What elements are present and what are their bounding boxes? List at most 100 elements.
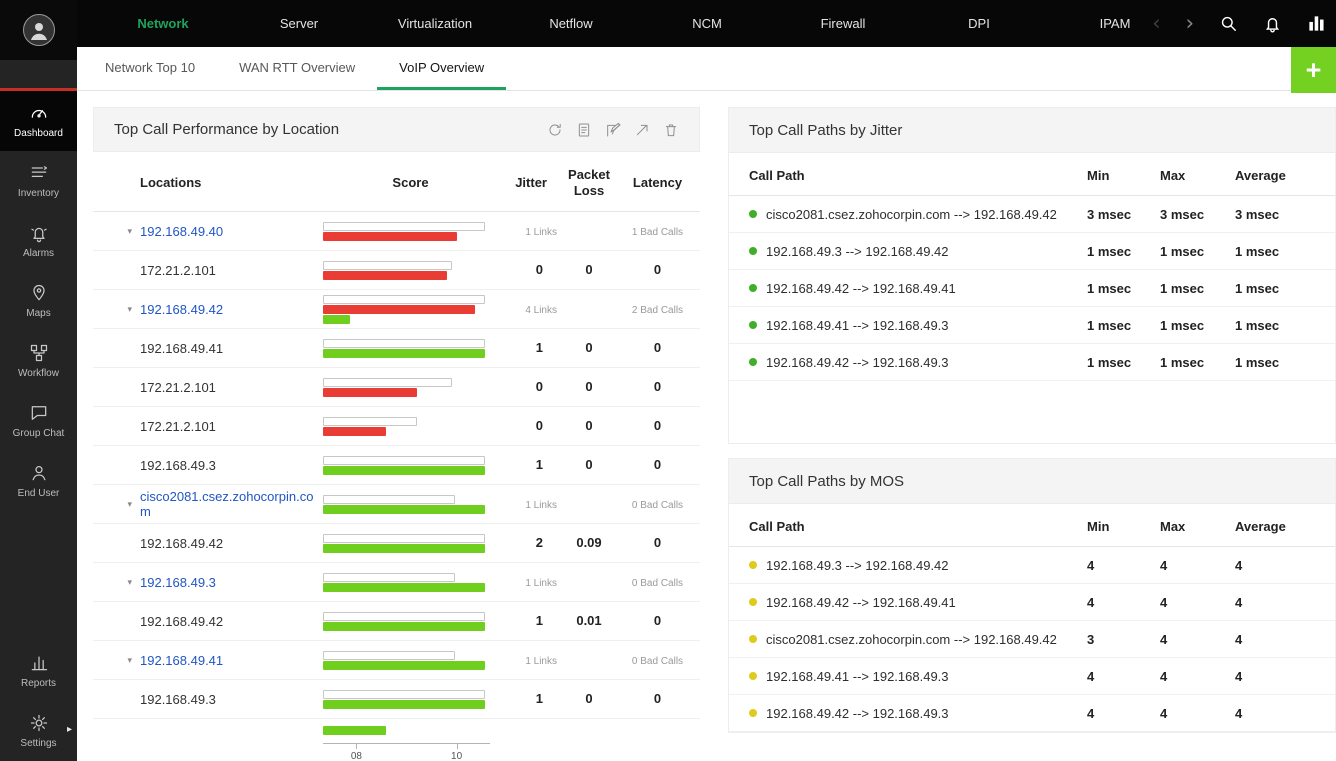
tab-voip-overview[interactable]: VoIP Overview xyxy=(377,47,507,90)
col-score[interactable]: Score xyxy=(323,175,498,190)
tab-wan-rtt-overview[interactable]: WAN RTT Overview xyxy=(217,47,377,90)
call-path-label: 192.168.49.3 --> 192.168.49.42 xyxy=(766,243,949,259)
nav-item-netflow[interactable]: Netflow xyxy=(503,16,639,31)
sidebar-item-reports[interactable]: Reports xyxy=(0,641,77,701)
sidebar-item-workflow[interactable]: Workflow xyxy=(0,331,77,391)
nav-scroll-right-icon[interactable]: › xyxy=(1186,13,1194,34)
sidebar-item-dashboard[interactable]: Dashboard xyxy=(0,91,77,151)
sidebar-item-settings[interactable]: Settings ▸ xyxy=(0,701,77,761)
jitter-value: 1 xyxy=(535,613,543,629)
bad-calls-count: 2 Bad Calls xyxy=(631,305,684,317)
col-max[interactable]: Max xyxy=(1160,168,1235,183)
score-bar-red xyxy=(323,231,457,241)
col-latency[interactable]: Latency xyxy=(625,175,690,190)
call-path[interactable]: 192.168.49.42 --> 192.168.49.41 xyxy=(749,281,1087,296)
col-locations[interactable]: Locations xyxy=(140,175,323,190)
score-bars xyxy=(323,338,498,359)
location-name[interactable]: 192.168.49.40 xyxy=(140,224,323,239)
status-dot-icon xyxy=(749,635,757,643)
nav-item-firewall[interactable]: Firewall xyxy=(775,16,911,31)
nav-item-network[interactable]: Network xyxy=(95,16,231,31)
call-path[interactable]: 192.168.49.41 --> 192.168.49.3 xyxy=(749,669,1087,684)
score-bars xyxy=(323,294,498,325)
call-path-row: cisco2081.csez.zohocorpin.com --> 192.16… xyxy=(729,621,1335,658)
col-average[interactable]: Average xyxy=(1235,519,1315,534)
links-count: 1 Links xyxy=(525,500,557,512)
notifications-bell-icon[interactable] xyxy=(1263,14,1282,33)
location-name[interactable]: 192.168.49.3 xyxy=(140,575,323,590)
sidebar-item-inventory[interactable]: Inventory xyxy=(0,151,77,211)
call-path[interactable]: 192.168.49.42 --> 192.168.49.41 xyxy=(749,595,1087,610)
call-path[interactable]: cisco2081.csez.zohocorpin.com --> 192.16… xyxy=(749,632,1087,647)
latency-value: 0 xyxy=(653,379,662,395)
nav-item-virtualization[interactable]: Virtualization xyxy=(367,16,503,31)
score-bar-outline xyxy=(323,533,485,543)
status-dot-icon xyxy=(749,672,757,680)
sidebar-item-label: Maps xyxy=(26,308,51,319)
call-path[interactable]: 192.168.49.42 --> 192.168.49.3 xyxy=(749,706,1087,721)
expand-toggle-icon[interactable]: ▾ xyxy=(93,499,140,510)
call-path[interactable]: 192.168.49.3 --> 192.168.49.42 xyxy=(749,244,1087,259)
col-call-path[interactable]: Call Path xyxy=(749,519,1087,534)
call-path-row: 192.168.49.3 --> 192.168.49.42 4 4 4 xyxy=(729,547,1335,584)
sidebar-item-alarms[interactable]: Alarms xyxy=(0,211,77,271)
location-name[interactable]: 192.168.49.41 xyxy=(140,653,323,668)
location-name[interactable]: 192.168.49.42 xyxy=(140,302,323,317)
tab-network-top-10[interactable]: Network Top 10 xyxy=(83,47,217,90)
col-min[interactable]: Min xyxy=(1087,519,1160,534)
search-icon[interactable] xyxy=(1219,14,1238,33)
max-value: 1 msec xyxy=(1160,317,1205,333)
call-path[interactable]: 192.168.49.42 --> 192.168.49.3 xyxy=(749,355,1087,370)
add-dashboard-button[interactable]: + xyxy=(1291,47,1336,93)
score-bar-red xyxy=(323,270,447,280)
location-row: 172.21.2.101 0 0 0 xyxy=(93,251,700,291)
delete-icon[interactable] xyxy=(663,122,679,138)
top-navbar: Network Server Virtualization Netflow NCM Fir… xyxy=(77,0,1336,47)
col-average[interactable]: Average xyxy=(1235,168,1315,183)
axis-tick xyxy=(456,744,458,750)
call-path[interactable]: 192.168.49.41 --> 192.168.49.3 xyxy=(749,318,1087,333)
links-count: 1 Links xyxy=(525,578,557,590)
call-path-label: 192.168.49.3 --> 192.168.49.42 xyxy=(766,557,949,573)
min-value: 1 msec xyxy=(1087,243,1132,259)
col-packet-loss[interactable]: Packet Loss xyxy=(553,167,625,198)
expand-toggle-icon[interactable]: ▾ xyxy=(93,577,140,588)
location-name[interactable]: cisco2081.csez.zohocorpin.com xyxy=(140,489,323,519)
score-bar-outline xyxy=(323,338,485,348)
share-icon[interactable] xyxy=(634,122,650,138)
apps-widgets-icon[interactable] xyxy=(1307,14,1326,33)
links-count: 4 Links xyxy=(525,305,557,317)
bad-calls-count: 0 Bad Calls xyxy=(631,656,684,668)
expand-toggle-icon[interactable]: ▾ xyxy=(93,226,140,237)
expand-toggle-icon[interactable]: ▾ xyxy=(93,304,140,315)
report-icon[interactable] xyxy=(576,122,592,138)
sidebar-nav: Dashboard Inventory Alarms Maps Workflow Grou… xyxy=(0,91,77,511)
nav-scroll-left-icon[interactable]: ‹ xyxy=(1152,13,1160,34)
call-path[interactable]: cisco2081.csez.zohocorpin.com --> 192.16… xyxy=(749,207,1087,222)
packet-loss-value: 0 xyxy=(585,340,593,356)
nav-item-server[interactable]: Server xyxy=(231,16,367,31)
nav-item-dpi[interactable]: DPI xyxy=(911,16,1047,31)
edit-icon[interactable] xyxy=(605,122,621,138)
sidebar-item-maps[interactable]: Maps xyxy=(0,271,77,331)
col-jitter[interactable]: Jitter xyxy=(498,175,553,190)
col-min[interactable]: Min xyxy=(1087,168,1160,183)
call-path-row: cisco2081.csez.zohocorpin.com --> 192.16… xyxy=(729,196,1335,233)
score-bar-green xyxy=(323,314,350,324)
latency-value: 0 xyxy=(653,613,662,629)
expand-arrow-icon[interactable]: ▸ xyxy=(67,724,72,735)
sidebar-item-end-user[interactable]: End User xyxy=(0,451,77,511)
user-avatar[interactable] xyxy=(0,0,77,60)
status-dot-icon xyxy=(749,561,757,569)
axis-tick-label: 08 xyxy=(350,751,362,761)
score-bar-green xyxy=(323,725,387,735)
call-path[interactable]: 192.168.49.3 --> 192.168.49.42 xyxy=(749,558,1087,573)
col-call-path[interactable]: Call Path xyxy=(749,168,1087,183)
min-value: 3 xyxy=(1087,631,1095,647)
col-max[interactable]: Max xyxy=(1160,519,1235,534)
refresh-icon[interactable] xyxy=(547,122,563,138)
nav-item-ncm[interactable]: NCM xyxy=(639,16,775,31)
expand-toggle-icon[interactable]: ▾ xyxy=(93,655,140,666)
sidebar-item-group-chat[interactable]: Group Chat xyxy=(0,391,77,451)
call-path-label: 192.168.49.42 --> 192.168.49.41 xyxy=(766,594,956,610)
